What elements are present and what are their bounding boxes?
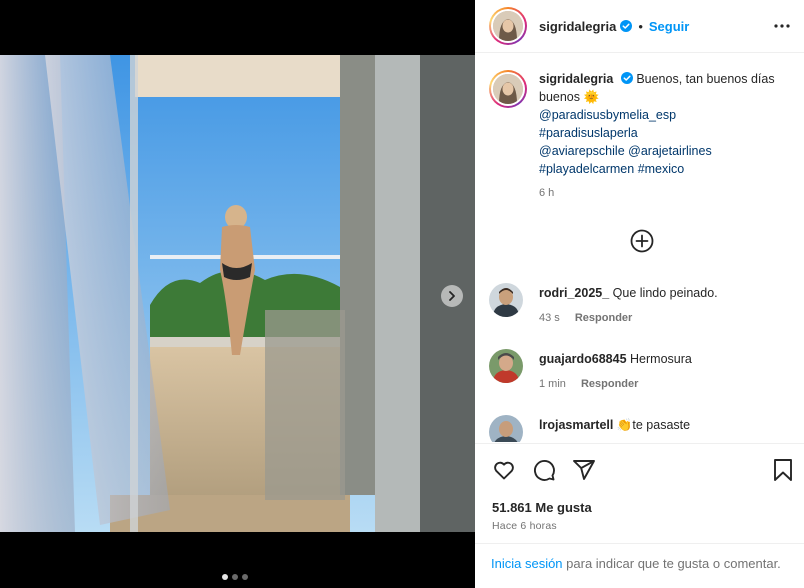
action-bar — [475, 443, 804, 493]
caption-body: sigridalegria Buenos, tan buenos días bu… — [539, 70, 794, 202]
carousel-dot — [232, 574, 238, 580]
mention-link[interactable]: @aviarepschile — [539, 144, 625, 158]
hashtag-link[interactable]: #paradisuslaperla — [539, 126, 638, 140]
avatar-photo — [493, 74, 523, 104]
more-options-icon[interactable] — [774, 18, 790, 34]
comment-username[interactable]: guajardo68845 — [539, 352, 627, 366]
hashtag-link[interactable]: #playadelcarmen — [539, 162, 634, 176]
author-avatar[interactable] — [489, 7, 527, 45]
comment-text: Que lindo peinado. — [612, 286, 718, 300]
comment-item: rodri_2025_ Que lindo peinado. 43 s Resp… — [489, 283, 718, 324]
comment-body: rodri_2025_ Que lindo peinado. 43 s Resp… — [539, 286, 718, 324]
chevron-right-icon — [449, 291, 455, 301]
mention-link[interactable]: @paradisusbymelia_esp — [539, 108, 676, 122]
post-header: sigridalegria • Seguir — [475, 0, 804, 53]
clap-emoji: 👏 — [616, 418, 633, 432]
caption-username[interactable]: sigridalegria — [539, 72, 613, 86]
carousel-dot — [242, 574, 248, 580]
send-icon[interactable] — [572, 458, 596, 482]
caption-avatar[interactable] — [489, 70, 527, 108]
comment-meta: 43 s Responder — [539, 312, 718, 324]
comment-avatar[interactable] — [489, 415, 523, 442]
verified-badge-icon — [620, 72, 633, 84]
comment-username[interactable]: rodri_2025_ — [539, 286, 609, 300]
comment-username[interactable]: lrojasmartell — [539, 418, 613, 432]
bookmark-icon[interactable] — [772, 458, 794, 482]
comment-text: Hermosura — [630, 352, 692, 366]
photo-illustration — [0, 55, 475, 532]
comment-time[interactable]: 43 s — [539, 312, 560, 324]
comment-time[interactable]: 1 min — [539, 378, 566, 390]
comment-body: lrojasmartell 👏te pasaste — [539, 418, 690, 442]
caption-timestamp[interactable]: 6 h — [539, 184, 794, 202]
avatar-photo — [489, 349, 523, 383]
avatar-photo — [489, 415, 523, 442]
login-link[interactable]: Inicia sesión — [491, 556, 563, 571]
carousel-dot-active — [222, 574, 228, 580]
comment-meta: 1 min Responder — [539, 378, 692, 390]
avatar-photo — [489, 283, 523, 317]
comment-icon[interactable] — [532, 458, 556, 482]
comment-text: te pasaste — [632, 418, 691, 432]
carousel-indicator — [222, 574, 248, 580]
next-photo-button[interactable] — [441, 285, 463, 307]
reply-button[interactable]: Responder — [575, 312, 632, 324]
comment-body: guajardo68845 Hermosura 1 min Responder — [539, 352, 692, 390]
post-photo[interactable] — [0, 55, 475, 532]
follow-button[interactable]: Seguir — [649, 19, 689, 34]
author-username[interactable]: sigridalegria — [539, 19, 616, 34]
mention-link[interactable]: @arajetairlines — [628, 144, 712, 158]
reply-button[interactable]: Responder — [581, 378, 638, 390]
separator-dot: • — [638, 18, 643, 34]
comment-item: guajardo68845 Hermosura 1 min Responder — [489, 349, 692, 390]
heart-icon[interactable] — [492, 458, 516, 482]
add-circle-icon[interactable] — [630, 229, 654, 253]
media-viewer — [0, 0, 475, 588]
post-caption: sigridalegria Buenos, tan buenos días bu… — [489, 70, 794, 202]
comment-item: lrojasmartell 👏te pasaste — [489, 415, 690, 442]
post-side-panel: sigridalegria • Seguir sigridalegria Bue… — [475, 0, 804, 588]
post-time[interactable]: Hace 6 horas — [492, 520, 557, 532]
login-prompt: Inicia sesión para indicar que te gusta … — [475, 543, 804, 573]
sun-emoji: 🌞 — [583, 90, 600, 104]
verified-badge-icon — [620, 20, 633, 32]
login-prompt-text: para indicar que te gusta o comentar. — [562, 556, 781, 571]
hashtag-link[interactable]: #mexico — [638, 162, 685, 176]
comment-avatar[interactable] — [489, 349, 523, 383]
avatar-photo — [493, 11, 523, 41]
like-count[interactable]: 51.861 Me gusta — [492, 500, 592, 515]
comment-avatar[interactable] — [489, 283, 523, 317]
